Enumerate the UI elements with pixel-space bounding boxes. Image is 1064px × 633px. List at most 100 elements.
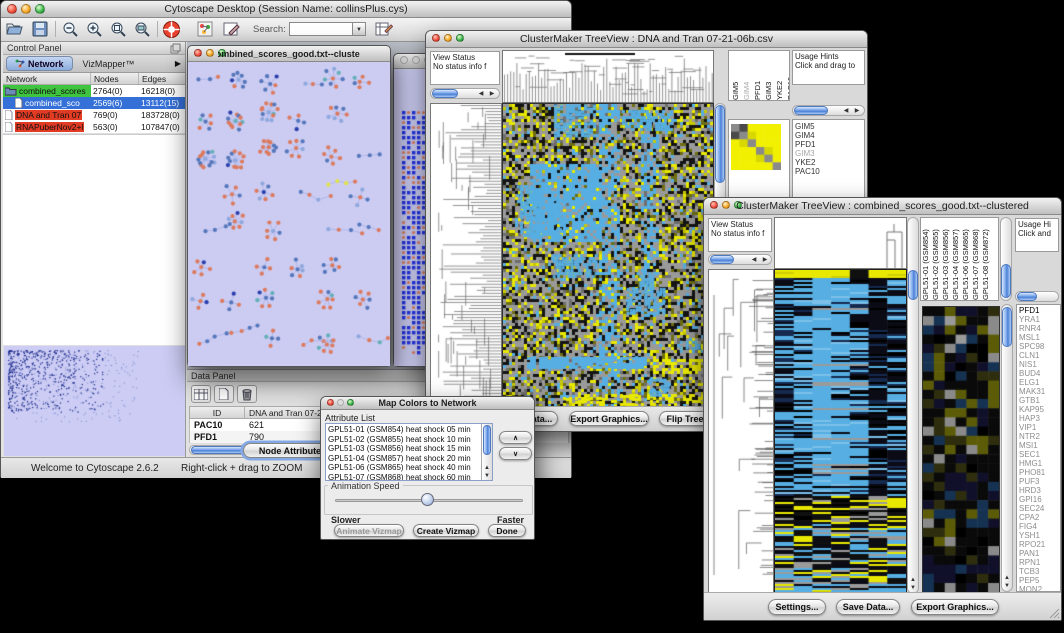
network-view-titlebar[interactable]: combined_scores_good.txt--cluste... [188,46,390,62]
minimize-icon[interactable] [722,201,730,209]
row-label[interactable]: GIM3 [795,149,862,158]
column-label[interactable]: PAC10 [786,51,790,100]
close-icon[interactable] [400,56,408,64]
attribute-item[interactable]: GPL51-06 (GSM865) heat shock 40 min [328,463,490,473]
column-label[interactable]: GPL51-02 (GSM855) [931,218,941,300]
close-icon[interactable] [327,399,334,406]
network-row-dna-tran[interactable]: DNA and Tran 07 769(0) 183728(0) [3,109,185,121]
tv1-heatmap[interactable] [502,103,714,408]
gene-label[interactable]: SPC98 [1019,342,1058,351]
speed-slider-thumb[interactable] [421,493,434,506]
attribute-item[interactable]: GPL51-04 (GSM857) heat shock 20 min [328,454,490,464]
gene-label[interactable]: PFD1 [1019,306,1058,315]
tv2-zoom-heatmap[interactable] [922,306,1000,593]
gene-label[interactable]: PUF3 [1019,477,1058,486]
gene-label[interactable]: GTB1 [1019,396,1058,405]
gene-label[interactable]: GPI16 [1019,495,1058,504]
treeview1-titlebar[interactable]: ClusterMaker TreeView : DNA and Tran 07-… [426,31,867,48]
column-label[interactable]: GIM5 [731,51,741,100]
column-label[interactable]: GPL51-07 (GSM868) [971,218,981,300]
dialog-titlebar[interactable]: Map Colors to Network [321,397,534,410]
minimize-icon[interactable] [206,49,214,57]
treeview2-titlebar[interactable]: ClusterMaker TreeView : combined_scores_… [704,198,1061,215]
help-lifebuoy-icon[interactable] [162,20,181,39]
column-label[interactable]: GPL51-03 (GSM856) [941,218,951,300]
column-label[interactable]: YKE2 [775,51,785,100]
resize-grip-icon[interactable] [1048,607,1060,619]
scroll-left-icon[interactable] [842,108,850,114]
new-attribute-icon[interactable] [214,385,234,403]
scroll-right-icon[interactable] [761,257,769,263]
close-icon[interactable] [7,4,17,14]
tv2-column-dendrogram[interactable] [774,217,907,269]
column-label[interactable]: GPL51-01 (GSM854) [921,218,931,300]
save-data-button[interactable]: Save Data... [836,599,900,615]
gene-label[interactable]: RNR4 [1019,324,1058,333]
row-label[interactable]: GIM5 [795,122,862,131]
scrollbar-thumb[interactable] [432,89,458,98]
tab-overflow-icon[interactable]: ▶ [175,59,181,68]
attribute-list-vscrollbar[interactable] [481,424,492,480]
done-button[interactable]: Done [488,524,526,537]
scroll-down-icon[interactable] [483,473,491,479]
close-icon[interactable] [194,49,202,57]
tv2-status-hscrollbar[interactable] [708,254,772,265]
zoom-in-icon[interactable] [86,21,103,37]
attribute-list[interactable]: GPL51-01 (GSM854) heat shock 05 min GPL51… [325,423,493,481]
gene-label[interactable]: CLN1 [1019,351,1058,360]
tv1-hints-hscrollbar[interactable] [792,105,865,116]
tv2-heatmap[interactable] [774,269,907,594]
scrollbar-thumb[interactable] [1001,264,1011,298]
create-vizmap-button[interactable]: Create Vizmap [413,524,479,537]
tv1-status-hscrollbar[interactable] [430,88,500,99]
vizmapper-icon[interactable] [197,21,213,37]
attribute-item[interactable]: GPL51-03 (GSM856) heat shock 15 min [328,444,490,454]
network-table-header[interactable]: Network Nodes Edges [3,73,185,85]
scroll-right-icon[interactable] [488,91,496,97]
row-label[interactable]: PFD1 [795,140,862,149]
network-row-combined-sco-selected[interactable]: combined_sco 2569(6) 13112(15) [3,97,185,109]
minimize-icon[interactable] [444,34,452,42]
scrollbar-thumb[interactable] [908,270,918,300]
gene-label[interactable]: HMG1 [1019,459,1058,468]
scrollbar-thumb[interactable] [1002,307,1012,347]
gene-label[interactable]: YSH1 [1019,531,1058,540]
gene-label[interactable]: MSL1 [1019,333,1058,342]
gene-label[interactable]: FIG4 [1019,522,1058,531]
minimize-icon[interactable] [412,56,420,64]
tv1-yellow-matrix[interactable] [731,124,781,170]
network-overview-canvas[interactable] [4,346,185,456]
scrollbar-thumb[interactable] [483,425,491,455]
gene-label[interactable]: NTR2 [1019,432,1058,441]
open-file-icon[interactable] [6,21,24,37]
export-graphics-button[interactable]: Export Graphics... [911,599,999,615]
tv2-vscrollbar[interactable] [907,217,919,594]
scroll-left-icon[interactable] [477,91,485,97]
gene-label[interactable]: TCB3 [1019,567,1058,576]
tv1-row-dendrogram[interactable] [430,103,502,408]
scroll-up-icon[interactable] [1003,575,1011,581]
attribute-item[interactable]: GPL51-01 (GSM854) heat shock 05 min [328,425,490,435]
tv2-gene-hscrollbar[interactable] [1015,291,1059,302]
tv2-collabel-vscrollbar[interactable] [1000,217,1012,301]
tab-vizmapper[interactable]: VizMapper™ [73,59,145,69]
gene-label[interactable]: BUD4 [1019,369,1058,378]
scroll-right-icon[interactable] [853,108,861,114]
gene-label[interactable]: VIP1 [1019,423,1058,432]
gene-label[interactable]: RPO21 [1019,540,1058,549]
zoom-selected-icon[interactable] [110,21,127,37]
network-view-canvas[interactable] [188,62,390,366]
row-label[interactable]: PAC10 [795,167,862,176]
tv1-column-dendrogram[interactable] [502,50,714,103]
column-label[interactable]: PFD1 [753,51,763,100]
delete-attribute-trash-icon[interactable] [237,385,257,403]
row-label[interactable]: YKE2 [795,158,862,167]
minimize-icon[interactable] [337,399,344,406]
annotation-icon[interactable] [223,21,240,37]
column-label[interactable]: GPL51-04 (GSM857) [951,218,961,300]
gene-label[interactable]: YRA1 [1019,315,1058,324]
gene-label[interactable]: NIS1 [1019,360,1058,369]
scrollbar-thumb[interactable] [1017,292,1037,301]
gene-label[interactable]: HAP3 [1019,414,1058,423]
column-label[interactable]: GPL51-06 (GSM865) [961,218,971,300]
